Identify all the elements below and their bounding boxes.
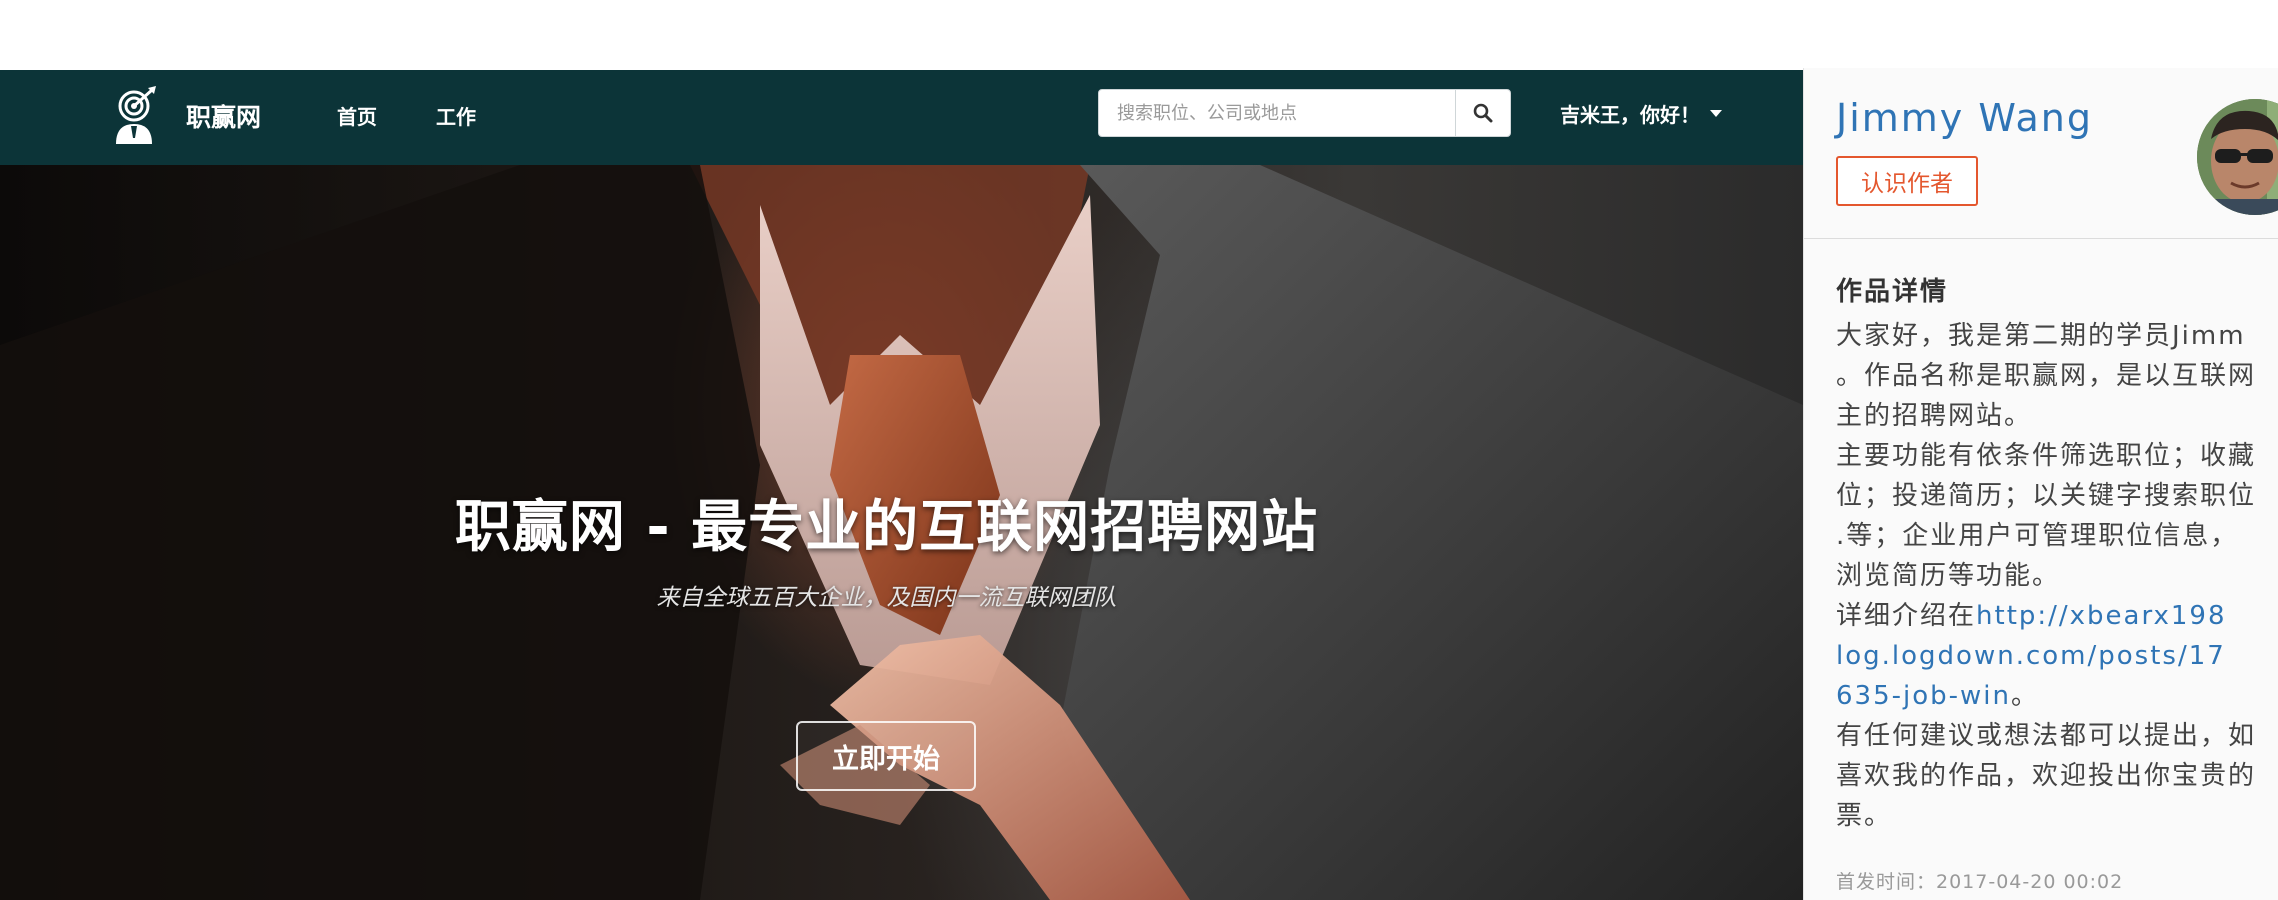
- detail-line: .等；企业用户可管理职位信息，: [1836, 521, 2239, 551]
- user-menu-dropdown[interactable]: 吉米王，你好！: [1560, 99, 1722, 128]
- page: 职赢网 首页 工作 吉米王，你好！: [0, 0, 2278, 900]
- target-person-logo-icon[interactable]: [112, 86, 162, 146]
- detail-link-line: log.logdown.com/posts/17: [1836, 636, 2278, 676]
- project-url-link[interactable]: http://xbearx198: [1976, 601, 2226, 631]
- hero-subtitle: 来自全球五百大企业，及国内一流互联网团队: [656, 585, 1117, 611]
- detail-line: 喜欢我的作品，欢迎投出你宝贵的: [1836, 761, 2257, 791]
- panel-divider: [1804, 238, 2278, 239]
- detail-title: 作品详情: [1836, 277, 1949, 307]
- site-search: [1098, 89, 1511, 137]
- project-preview: 职赢网 首页 工作 吉米王，你好！: [0, 70, 1803, 900]
- search-input[interactable]: [1099, 90, 1456, 136]
- meet-author-button[interactable]: 认识作者: [1836, 156, 1978, 206]
- hero-title: 职赢网 - 最专业的互联网招聘网站: [454, 495, 1319, 560]
- detail-line: 位；投递简历；以关键字搜索职位: [1836, 481, 2257, 511]
- nav-jobs-link[interactable]: 工作: [436, 101, 476, 130]
- site-brand[interactable]: 职赢网: [186, 98, 261, 134]
- project-url-link[interactable]: 635-job-win: [1836, 681, 2011, 711]
- detail-line: 大家好，我是第二期的学员Jimm: [1836, 321, 2246, 351]
- author-avatar[interactable]: [2197, 99, 2278, 215]
- detail-description: 大家好，我是第二期的学员Jimm 。作品名称是职赢网，是以互联网 主的招聘网站。…: [1836, 316, 2278, 836]
- project-url-link[interactable]: log.logdown.com/posts/17: [1836, 641, 2226, 671]
- search-icon: [1473, 103, 1493, 123]
- link-suffix: 。: [2011, 681, 2040, 711]
- detail-line: 主的招聘网站。: [1836, 401, 2033, 431]
- avatar-photo: [2197, 99, 2278, 215]
- detail-line: 有任何建议或想法都可以提出，如: [1836, 721, 2257, 751]
- search-button[interactable]: [1455, 90, 1510, 136]
- site-navbar: 职赢网 首页 工作 吉米王，你好！: [0, 70, 1803, 165]
- detail-link-line: 详细介绍在http://xbearx198: [1836, 596, 2278, 636]
- user-greeting: 吉米王，你好！: [1560, 103, 1700, 127]
- detail-link-line: 635-job-win。: [1836, 676, 2278, 716]
- caret-down-icon: [1710, 110, 1722, 117]
- detail-line: 浏览简历等功能。: [1836, 561, 2061, 591]
- detail-line: 主要功能有依条件筛选职位；收藏: [1836, 441, 2257, 471]
- publish-time: 首发时间：2017-04-20 00:02: [1836, 871, 2124, 893]
- start-now-button[interactable]: 立即开始: [796, 721, 976, 791]
- project-info-panel: Jimmy Wang 认识作者 作品详情 大家好，我是第二期的学员Jimm 。作…: [1803, 68, 2278, 900]
- author-name[interactable]: Jimmy Wang: [1836, 96, 2093, 140]
- hero-banner: 职赢网 - 最专业的互联网招聘网站 来自全球五百大企业，及国内一流互联网团队 立…: [0, 165, 1803, 900]
- nav-home-link[interactable]: 首页: [337, 101, 377, 130]
- detail-line: 。作品名称是职赢网，是以互联网: [1836, 361, 2257, 391]
- link-prefix: 详细介绍在: [1836, 601, 1977, 631]
- detail-line: 票。: [1836, 801, 1893, 831]
